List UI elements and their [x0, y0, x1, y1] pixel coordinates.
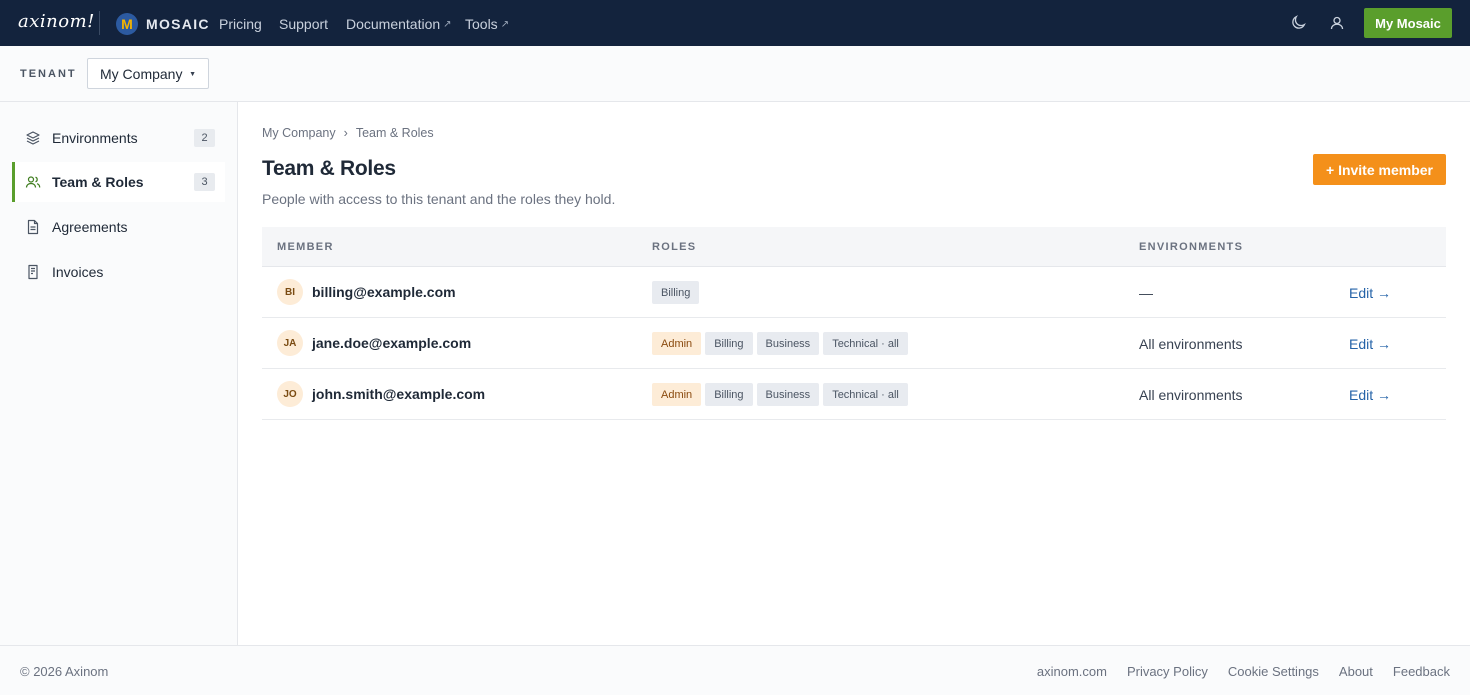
copyright: © 2026 Axinom [20, 664, 109, 679]
nav-link-documentation[interactable]: Documentation ↗ [346, 16, 452, 32]
top-navigation-bar: axinom! M MOSAIC Pricing Support Documen… [0, 0, 1470, 46]
column-header-environments: ENVIRONMENTS [1139, 241, 1244, 253]
breadcrumb: My Company › Team & Roles [262, 126, 434, 140]
nav-link-label: Pricing [219, 16, 262, 32]
my-mosaic-button[interactable]: My Mosaic [1364, 8, 1452, 38]
avatar: JA [277, 330, 303, 356]
receipt-icon [28, 264, 38, 280]
sidebar-item-team-roles[interactable]: Team & Roles 3 [12, 162, 225, 202]
footer: © 2026 Axinom axinom.com Privacy Policy … [0, 645, 1470, 695]
table-header: MEMBER ROLES ENVIRONMENTS [262, 227, 1446, 267]
tenant-select[interactable]: My Company ▼ [87, 58, 209, 89]
role-tags: Billing [652, 281, 700, 304]
sidebar-item-count: 3 [194, 173, 215, 191]
role-tag-billing: Billing [652, 281, 700, 304]
nav-link-support[interactable]: Support [279, 16, 328, 32]
footer-link-axinom[interactable]: axinom.com [1037, 664, 1107, 679]
role-tag-business: Business [756, 332, 820, 355]
members-table: MEMBER ROLES ENVIRONMENTS BI billing@exa… [262, 227, 1446, 420]
nav-divider [99, 11, 100, 35]
layers-icon [26, 131, 40, 145]
external-link-icon: ↗ [443, 18, 452, 30]
role-tag-billing: Billing [705, 383, 753, 406]
role-tag-admin: Admin [652, 383, 702, 406]
breadcrumb-item[interactable]: My Company [262, 126, 336, 140]
sidebar-item-environments[interactable]: Environments 2 [12, 118, 225, 158]
table-row: JO john.smith@example.com Admin Billing … [262, 369, 1446, 420]
environments-value: — [1139, 285, 1153, 301]
environments-value: All environments [1139, 387, 1243, 403]
member-email: jane.doe@example.com [312, 335, 472, 351]
external-link-icon: ↗ [500, 18, 510, 30]
caret-down-icon: ▼ [189, 71, 196, 78]
nav-link-label: Documentation [346, 16, 441, 32]
table-row: JA jane.doe@example.com Admin Billing Bu… [262, 318, 1446, 369]
role-tags: Admin Billing Business Technical · all [652, 332, 908, 355]
axinom-logo[interactable]: axinom! [18, 11, 95, 32]
sidebar-item-agreements[interactable]: Agreements [12, 207, 225, 247]
mosaic-logo-icon[interactable]: M [116, 13, 138, 35]
sidebar-item-count: 2 [194, 129, 215, 147]
environments-value: All environments [1139, 336, 1243, 352]
role-tag-technical: Technical · all [823, 332, 908, 355]
role-tag-business: Business [756, 383, 820, 406]
avatar: JO [277, 381, 303, 407]
member-email: john.smith@example.com [312, 386, 486, 402]
edit-member-link[interactable]: Edit → [1349, 285, 1391, 301]
nav-link-pricing[interactable]: Pricing [219, 16, 262, 32]
role-tag-billing: Billing [705, 332, 753, 355]
moon-icon[interactable] [1288, 13, 1308, 33]
table-row: BI billing@example.com Billing — Edit → [262, 267, 1446, 318]
footer-link-privacy[interactable]: Privacy Policy [1127, 664, 1208, 679]
document-icon [27, 219, 39, 235]
nav-link-label: Tools [465, 16, 498, 32]
invite-member-button[interactable]: + Invite member [1313, 154, 1446, 185]
page-title: Team & Roles [262, 157, 396, 180]
tenant-select-value: My Company [100, 65, 183, 82]
users-icon [25, 176, 41, 188]
column-header-roles: ROLES [652, 241, 697, 253]
footer-link-cookies[interactable]: Cookie Settings [1228, 664, 1319, 679]
footer-link-feedback[interactable]: Feedback [1393, 664, 1450, 679]
breadcrumb-item-current: Team & Roles [355, 126, 434, 140]
user-icon[interactable] [1327, 13, 1347, 33]
role-tag-admin: Admin [652, 332, 702, 355]
avatar: BI [277, 279, 303, 305]
sidebar-item-label: Environments [52, 130, 138, 146]
sidebar-item-label: Invoices [52, 264, 104, 280]
sidebar-item-label: Agreements [52, 219, 128, 235]
footer-links: axinom.com Privacy Policy Cookie Setting… [1037, 664, 1450, 679]
mosaic-product-name[interactable]: MOSAIC [146, 16, 210, 32]
nav-link-tools[interactable]: Tools ↗ [465, 16, 509, 32]
nav-link-label: Support [279, 16, 329, 32]
edit-member-link[interactable]: Edit → [1349, 336, 1391, 352]
footer-link-about[interactable]: About [1339, 664, 1373, 679]
role-tags: Admin Billing Business Technical · all [652, 383, 908, 406]
sidebar-item-label: Team & Roles [52, 174, 144, 190]
page-subtitle: People with access to this tenant and th… [262, 191, 616, 207]
role-tag-technical: Technical · all [823, 383, 908, 406]
tenant-bar: TENANT My Company ▼ [0, 46, 1470, 102]
sidebar-item-invoices[interactable]: Invoices [12, 252, 225, 292]
tenant-label: TENANT [20, 68, 77, 80]
breadcrumb-separator: › [343, 126, 348, 140]
column-header-member: MEMBER [277, 241, 334, 253]
member-email: billing@example.com [312, 284, 456, 300]
edit-member-link[interactable]: Edit → [1349, 387, 1391, 403]
sidebar: Environments 2 Team & Roles 3 Agreements… [0, 102, 238, 645]
